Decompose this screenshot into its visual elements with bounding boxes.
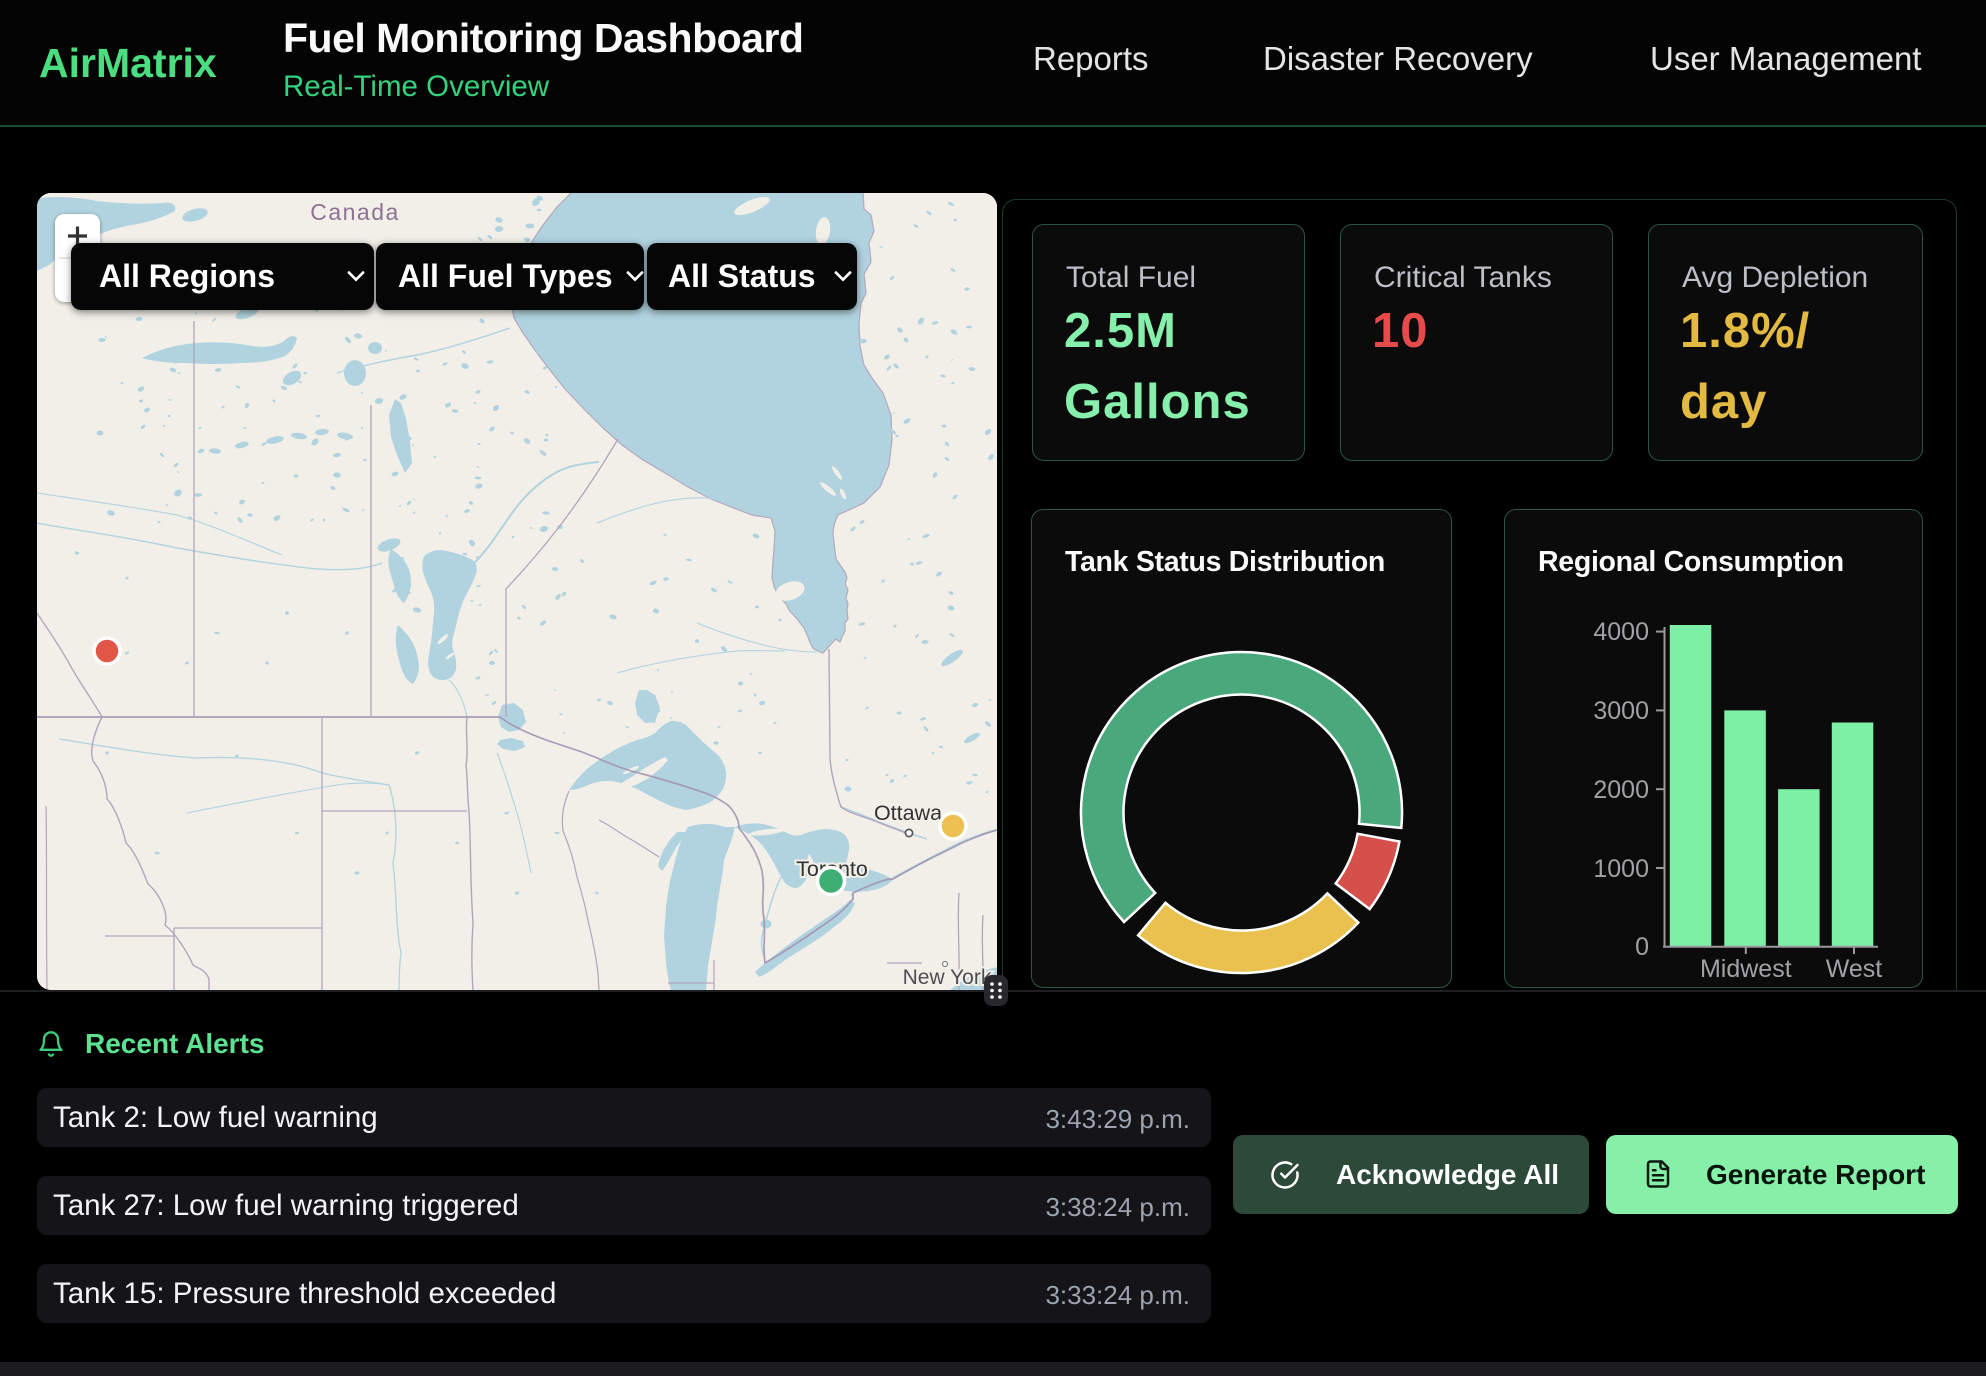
svg-text:Canada: Canada xyxy=(310,199,400,225)
svg-text:0: 0 xyxy=(1635,933,1649,961)
svg-text:Midwest: Midwest xyxy=(1700,955,1792,983)
svg-text:West: West xyxy=(1826,955,1883,983)
svg-text:New York: New York xyxy=(903,966,992,989)
svg-text:3000: 3000 xyxy=(1593,697,1649,725)
svg-text:4000: 4000 xyxy=(1593,618,1649,646)
svg-text:2000: 2000 xyxy=(1593,776,1649,804)
svg-text:1000: 1000 xyxy=(1593,855,1649,883)
svg-text:Ottawa: Ottawa xyxy=(874,801,942,825)
